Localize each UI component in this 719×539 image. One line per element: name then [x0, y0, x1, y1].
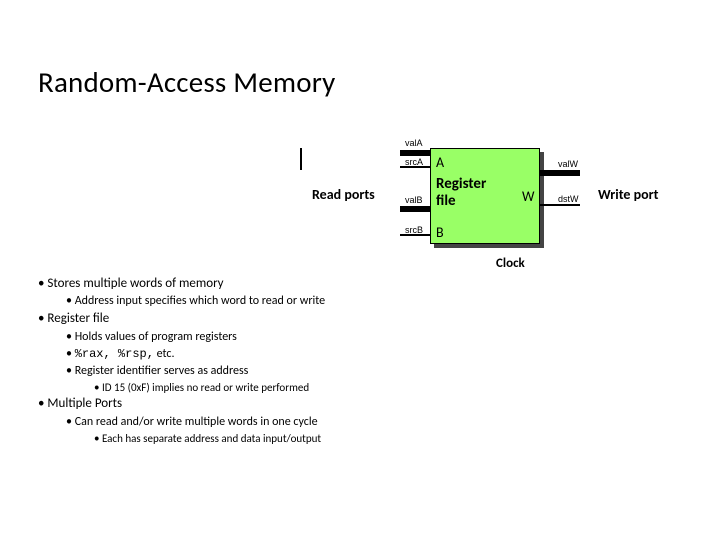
wire-valW — [540, 170, 580, 176]
pin-valW: valW — [558, 159, 578, 169]
register-text-2: file — [436, 192, 456, 210]
register-file-diagram: A B W Register file valA srcA valB srcB … — [300, 148, 700, 268]
bullet-text: Multiple Ports — [47, 396, 122, 411]
bullet-text: ID 15 (0xF) implies no read or write per… — [102, 381, 309, 394]
wire-valB — [400, 206, 430, 212]
bullet-level3: Each has separate address and data input… — [94, 432, 325, 446]
read-ports-label: Read ports — [312, 186, 375, 203]
bullet-level1: Multiple Ports — [38, 396, 325, 412]
write-port-label: Write port — [598, 186, 658, 203]
port-w-label: W — [522, 188, 534, 205]
port-a-label: A — [436, 154, 444, 171]
wire-dstW — [540, 204, 580, 206]
bullet-text: etc. — [154, 347, 175, 361]
register-file-label: Register file — [436, 176, 486, 209]
wire-clock — [300, 148, 302, 170]
bullet-level1: Register file — [38, 311, 325, 327]
pin-dstW: dstW — [558, 194, 579, 204]
port-b-label: B — [436, 224, 444, 241]
bullet-text: Address input specifies which word to re… — [75, 294, 325, 308]
bullet-text: Register file — [47, 311, 109, 326]
page-title: Random-Access Memory — [38, 64, 335, 100]
bullet-level3: ID 15 (0xF) implies no read or write per… — [94, 381, 325, 395]
bullet-level2: Can read and/or write multiple words in … — [66, 415, 325, 430]
clock-label: Clock — [496, 256, 525, 271]
pin-srcA: srcA — [405, 157, 423, 167]
bullet-text: Stores multiple words of memory — [47, 276, 223, 291]
bullet-level2: Register identifier serves as address — [66, 364, 325, 379]
pin-valA: valA — [405, 138, 423, 148]
slide-body: Stores multiple words of memory Address … — [38, 276, 325, 447]
bullet-level2: Address input specifies which word to re… — [66, 294, 325, 309]
bullet-text: Register identifier serves as address — [75, 364, 249, 378]
pin-srcB: srcB — [405, 225, 423, 235]
bullet-text: Each has separate address and data input… — [102, 432, 321, 445]
bullet-level2: %rax, %rsp, etc. — [66, 347, 325, 362]
code-text: %rax, %rsp, — [75, 347, 154, 361]
bullet-level1: Stores multiple words of memory — [38, 276, 325, 292]
bullet-text: Can read and/or write multiple words in … — [75, 415, 318, 429]
wire-valA — [400, 150, 430, 156]
register-text-1: Register — [436, 175, 486, 193]
bullet-text: Holds values of program registers — [75, 330, 237, 344]
bullet-level2: Holds values of program registers — [66, 330, 325, 345]
pin-valB: valB — [405, 195, 423, 205]
